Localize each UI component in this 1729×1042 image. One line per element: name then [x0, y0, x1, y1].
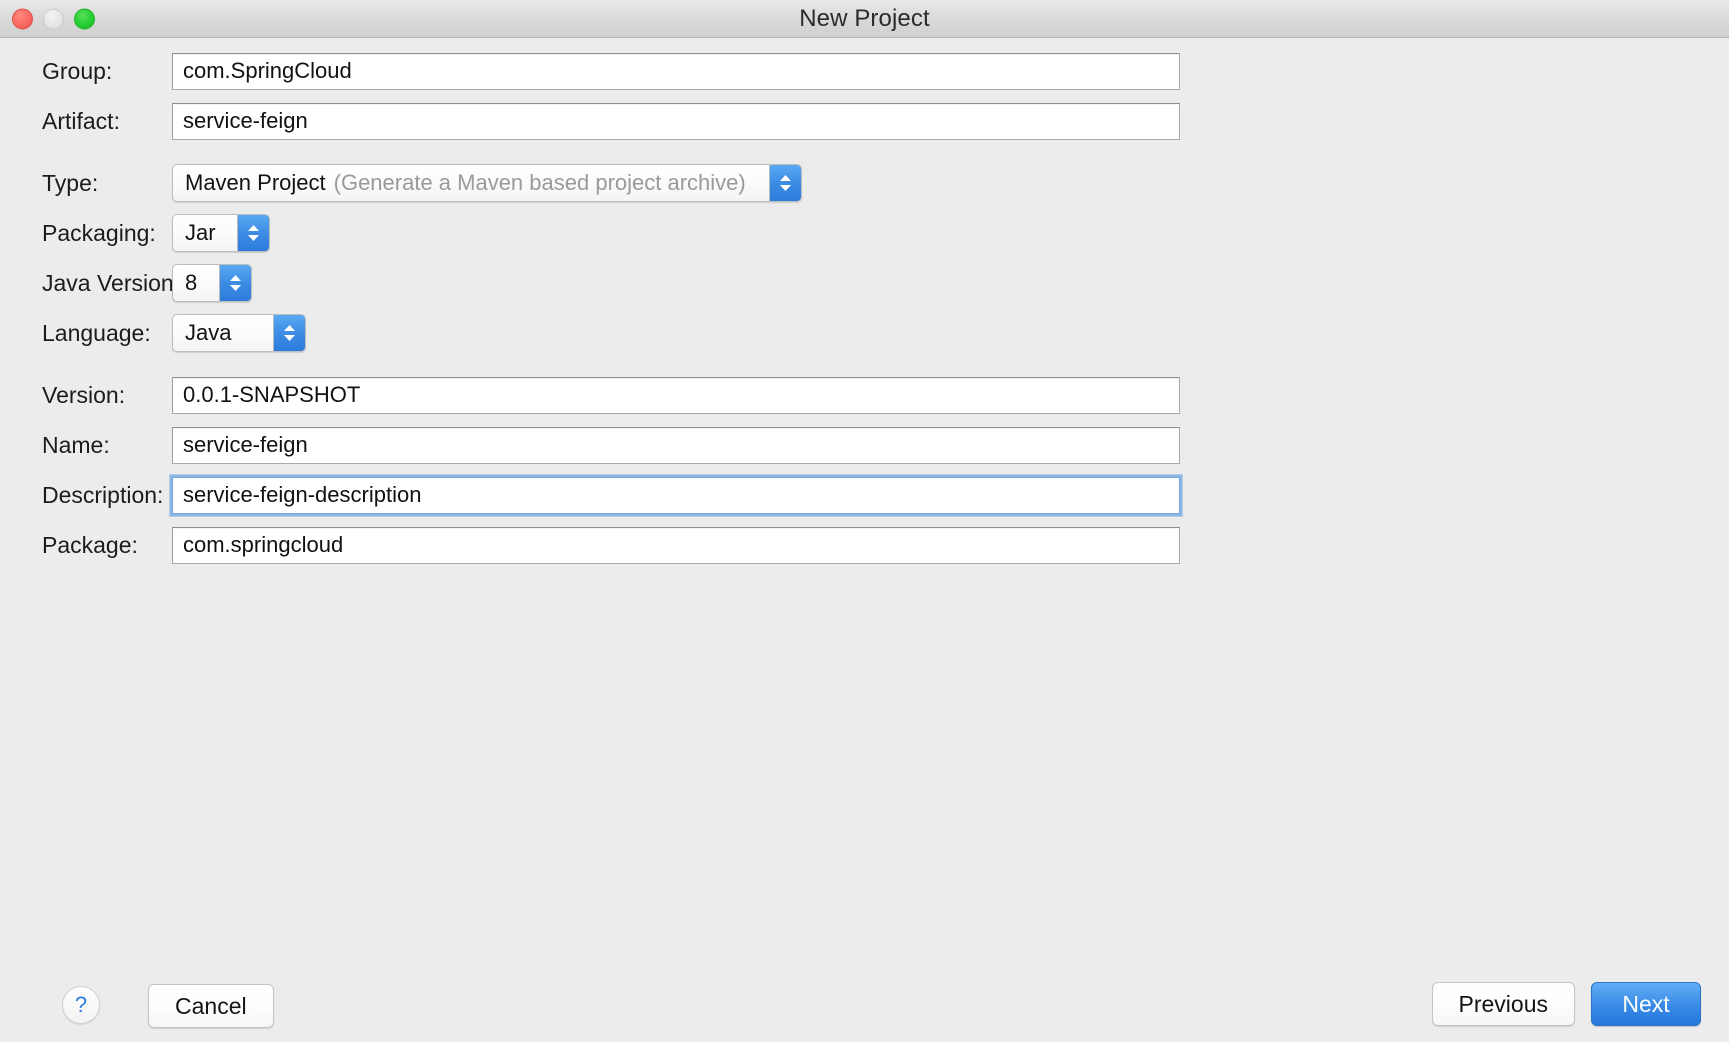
- label-package: Package:: [42, 531, 138, 558]
- cancel-button[interactable]: Cancel: [148, 984, 274, 1028]
- java-version-select-value-wrap: 8: [173, 265, 219, 301]
- type-select[interactable]: Maven Project (Generate a Maven based pr…: [172, 164, 802, 202]
- maximize-button[interactable]: [74, 8, 95, 29]
- label-java-version: Java Version:: [42, 269, 181, 296]
- label-type: Type:: [42, 169, 99, 196]
- type-select-value-wrap: Maven Project (Generate a Maven based pr…: [173, 165, 769, 201]
- dialog-content: Group: com.SpringCloud Artifact: service…: [0, 38, 1729, 1042]
- chevron-down-icon: [779, 184, 792, 192]
- version-input[interactable]: 0.0.1-SNAPSHOT: [172, 376, 1180, 414]
- chevron-up-icon: [229, 274, 242, 282]
- type-select-stepper[interactable]: [769, 165, 801, 201]
- packaging-select-value: Jar: [185, 220, 216, 245]
- name-input[interactable]: service-feign: [172, 426, 1180, 464]
- packaging-select-stepper[interactable]: [237, 215, 269, 251]
- form-row-name: Name: service-feign: [0, 426, 1729, 464]
- label-name: Name:: [42, 431, 110, 458]
- close-button[interactable]: [12, 8, 33, 29]
- form-row-artifact: Artifact: service-feign: [0, 102, 1729, 140]
- chevron-down-icon: [283, 334, 296, 342]
- form-row-version: Version: 0.0.1-SNAPSHOT: [0, 376, 1729, 414]
- chevron-down-icon: [229, 284, 242, 292]
- window-title: New Project: [799, 4, 930, 32]
- form-row-description: Description: service-feign-description: [0, 474, 1729, 516]
- java-version-select-value: 8: [185, 270, 198, 295]
- next-button[interactable]: Next: [1591, 982, 1701, 1026]
- minimize-button[interactable]: [43, 8, 64, 29]
- form-row-java-version: Java Version: 8: [0, 264, 1729, 302]
- dialog-footer: ? Cancel Previous Next: [0, 942, 1729, 1042]
- type-select-hint: (Generate a Maven based project archive): [333, 170, 746, 195]
- language-select-stepper[interactable]: [273, 315, 305, 351]
- form-row-packaging: Packaging: Jar: [0, 214, 1729, 252]
- language-select[interactable]: Java: [172, 314, 306, 352]
- cancel-button-wrap: Cancel: [148, 984, 274, 1028]
- new-project-form: Group: com.SpringCloud Artifact: service…: [0, 38, 1729, 564]
- language-select-value-wrap: Java: [173, 315, 273, 351]
- java-version-select-stepper[interactable]: [219, 265, 251, 301]
- footer-right-buttons: Previous Next: [1431, 982, 1701, 1026]
- form-row-type: Type: Maven Project (Generate a Maven ba…: [0, 164, 1729, 202]
- form-row-language: Language: Java: [0, 314, 1729, 352]
- label-language: Language:: [42, 319, 151, 346]
- chevron-up-icon: [247, 224, 260, 232]
- group-input[interactable]: com.SpringCloud: [172, 52, 1180, 90]
- language-select-value: Java: [185, 320, 232, 345]
- chevron-up-icon: [283, 324, 296, 332]
- package-input[interactable]: com.springcloud: [172, 526, 1180, 564]
- label-artifact: Artifact:: [42, 107, 120, 134]
- label-packaging: Packaging:: [42, 219, 156, 246]
- form-row-package: Package: com.springcloud: [0, 526, 1729, 564]
- form-row-group: Group: com.SpringCloud: [0, 52, 1729, 90]
- description-input[interactable]: service-feign-description: [170, 474, 1182, 516]
- previous-button[interactable]: Previous: [1431, 982, 1575, 1026]
- type-select-value: Maven Project: [185, 170, 326, 195]
- window-titlebar: New Project: [0, 0, 1729, 38]
- artifact-input[interactable]: service-feign: [172, 102, 1180, 140]
- chevron-down-icon: [247, 234, 260, 242]
- traffic-light-group: [12, 8, 95, 29]
- label-description: Description:: [42, 481, 164, 508]
- packaging-select-value-wrap: Jar: [173, 215, 237, 251]
- java-version-select[interactable]: 8: [172, 264, 252, 302]
- help-button[interactable]: ?: [62, 986, 100, 1024]
- label-version: Version:: [42, 381, 126, 408]
- packaging-select[interactable]: Jar: [172, 214, 270, 252]
- label-group: Group:: [42, 57, 113, 84]
- chevron-up-icon: [779, 174, 792, 182]
